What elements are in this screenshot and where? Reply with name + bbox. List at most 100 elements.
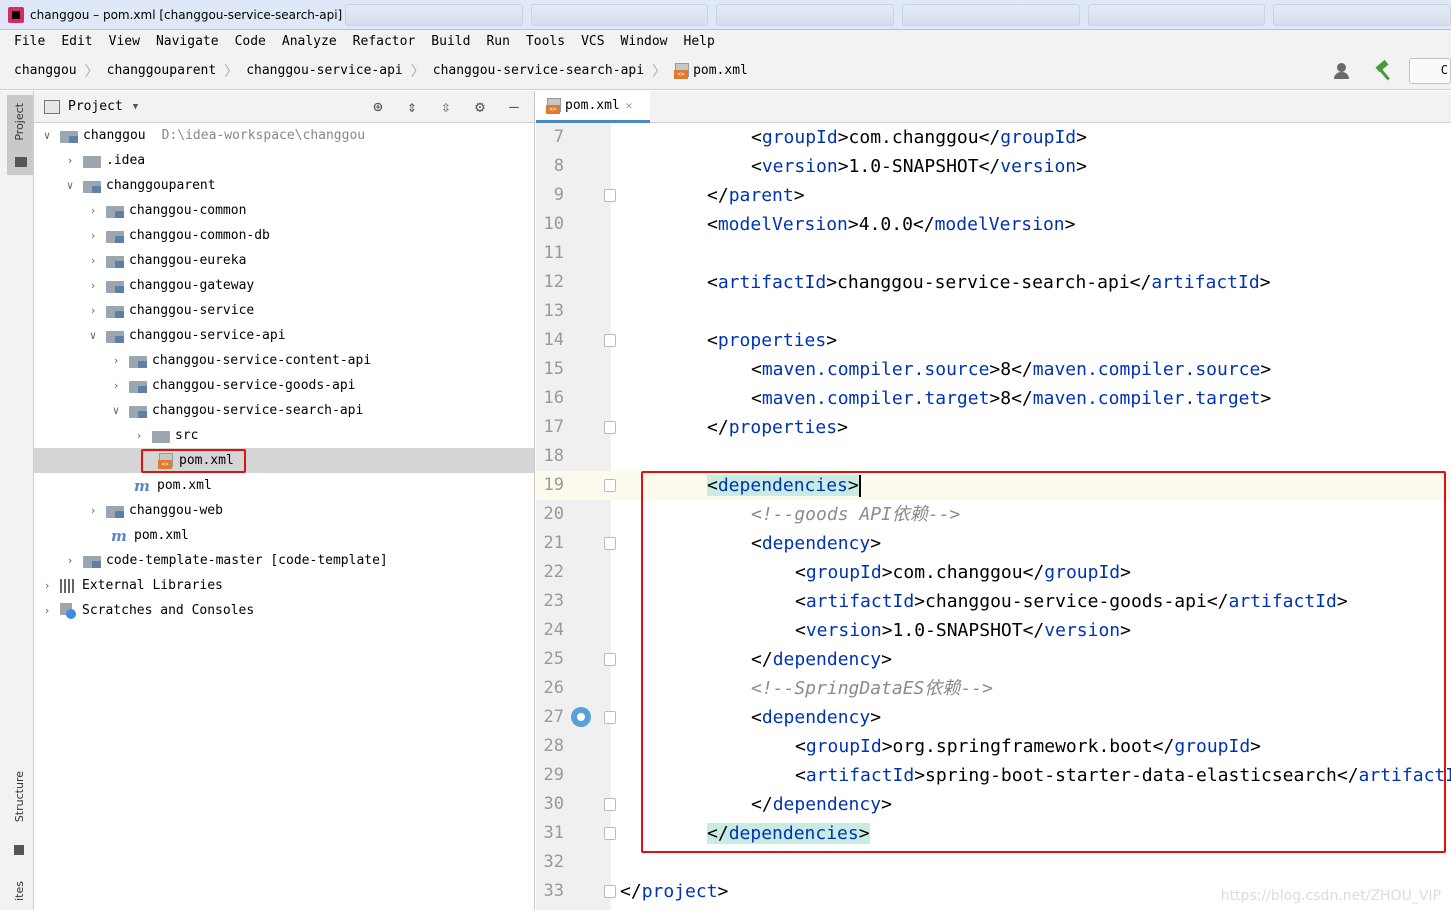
code-line[interactable]: 23 <artifactId>changgou-service-goods-api… bbox=[536, 587, 1451, 616]
tree-node[interactable]: › changgou-eureka bbox=[34, 248, 534, 273]
fold-marker-icon[interactable] bbox=[604, 885, 616, 898]
chevron-right-icon[interactable]: › bbox=[109, 354, 123, 367]
run-configuration-selector[interactable] bbox=[1409, 58, 1451, 84]
code-line[interactable]: 32 bbox=[536, 848, 1451, 877]
code-line[interactable]: 28 <groupId>org.springframework.boot</gro… bbox=[536, 732, 1451, 761]
project-panel-title[interactable]: Project bbox=[68, 99, 123, 114]
chevron-down-icon[interactable]: ∨ bbox=[40, 129, 54, 142]
code-line[interactable]: 27 <dependency> bbox=[536, 703, 1451, 732]
code-line[interactable]: 13 bbox=[536, 297, 1451, 326]
maven-dependency-gutter-icon[interactable] bbox=[571, 707, 591, 727]
tree-node[interactable]: › code-template-master [code-template] bbox=[34, 548, 534, 573]
chevron-right-icon[interactable]: › bbox=[86, 204, 100, 217]
code-line[interactable]: 7 <groupId>com.changgou</groupId> bbox=[536, 123, 1451, 152]
code-line[interactable]: 24 <version>1.0-SNAPSHOT</version> bbox=[536, 616, 1451, 645]
chevron-right-icon[interactable]: › bbox=[86, 504, 100, 517]
close-icon[interactable]: ✕ bbox=[626, 99, 633, 112]
code-line[interactable]: 25 </dependency> bbox=[536, 645, 1451, 674]
favorites-tool-label[interactable]: ites bbox=[13, 881, 26, 901]
caret-down-icon[interactable]: ▼ bbox=[133, 102, 138, 112]
code-line[interactable]: 8 <version>1.0-SNAPSHOT</version> bbox=[536, 152, 1451, 181]
tree-node[interactable]: › changgou-service-goods-api bbox=[34, 373, 534, 398]
code-line[interactable]: 21 <dependency> bbox=[536, 529, 1451, 558]
code-line[interactable]: 26 <!--SpringDataES依赖--> bbox=[536, 674, 1451, 703]
tree-node[interactable]: m pom.xml bbox=[34, 523, 534, 548]
chevron-right-icon[interactable]: › bbox=[109, 379, 123, 392]
menu-tools[interactable]: Tools bbox=[518, 34, 573, 49]
chevron-right-icon[interactable]: › bbox=[86, 229, 100, 242]
menu-vcs[interactable]: VCS bbox=[573, 34, 612, 49]
code-line[interactable]: 30 </dependency> bbox=[536, 790, 1451, 819]
menu-analyze[interactable]: Analyze bbox=[274, 34, 345, 49]
editor-tab-pom[interactable]: pom.xml ✕ bbox=[536, 91, 650, 123]
tree-node[interactable]: m pom.xml bbox=[34, 473, 534, 498]
tree-node[interactable]: ∨ changgouparent bbox=[34, 173, 534, 198]
code-line[interactable]: 16 <maven.compiler.target>8</maven.compil… bbox=[536, 384, 1451, 413]
chevron-right-icon[interactable]: › bbox=[86, 304, 100, 317]
fold-marker-icon[interactable] bbox=[604, 711, 616, 724]
menu-help[interactable]: Help bbox=[676, 34, 723, 49]
breadcrumb-item[interactable]: pom.xml bbox=[693, 63, 748, 78]
menu-window[interactable]: Window bbox=[613, 34, 676, 49]
fold-marker-icon[interactable] bbox=[604, 827, 616, 840]
code-line[interactable]: 12 <artifactId>changgou-service-search-ap… bbox=[536, 268, 1451, 297]
tree-node[interactable]: ∨ changgou-service-search-api bbox=[34, 398, 534, 423]
fold-marker-icon[interactable] bbox=[604, 189, 616, 202]
structure-tool-label[interactable]: Structure bbox=[13, 771, 26, 822]
hide-minus-icon[interactable]: — bbox=[504, 97, 524, 117]
breadcrumb-item[interactable]: changgou bbox=[14, 63, 77, 78]
tree-node[interactable]: › src bbox=[34, 423, 534, 448]
tree-node[interactable]: › Scratches and Consoles bbox=[34, 598, 534, 623]
tree-node[interactable]: › .idea bbox=[34, 148, 534, 173]
expand-all-icon[interactable]: ⇕ bbox=[402, 97, 422, 117]
menu-code[interactable]: Code bbox=[227, 34, 274, 49]
fold-marker-icon[interactable] bbox=[604, 798, 616, 811]
build-hammer-icon[interactable] bbox=[1373, 60, 1395, 82]
tree-node-root[interactable]: ∨ changgou D:\idea-workspace\changgou bbox=[34, 123, 534, 148]
code-line[interactable]: 17 </properties> bbox=[536, 413, 1451, 442]
gear-icon[interactable]: ⚙ bbox=[470, 97, 490, 117]
fold-marker-icon[interactable] bbox=[604, 334, 616, 347]
fold-marker-icon[interactable] bbox=[604, 653, 616, 666]
code-line[interactable]: 10 <modelVersion>4.0.0</modelVersion> bbox=[536, 210, 1451, 239]
project-tool-tab[interactable]: Project bbox=[7, 95, 33, 175]
code-line[interactable]: 11 bbox=[536, 239, 1451, 268]
code-line[interactable]: 31 </dependencies> bbox=[536, 819, 1451, 848]
menu-run[interactable]: Run bbox=[478, 34, 517, 49]
code-line[interactable]: 29 <artifactId>spring-boot-starter-data-e… bbox=[536, 761, 1451, 790]
menu-view[interactable]: View bbox=[101, 34, 148, 49]
menu-build[interactable]: Build bbox=[423, 34, 478, 49]
code-line[interactable]: 19 <dependencies> bbox=[536, 471, 1451, 500]
locate-target-icon[interactable]: ⊕ bbox=[368, 97, 388, 117]
chevron-right-icon[interactable]: › bbox=[63, 554, 77, 567]
chevron-right-icon[interactable]: › bbox=[132, 429, 146, 442]
menu-refactor[interactable]: Refactor bbox=[345, 34, 424, 49]
code-line[interactable]: 14 <properties> bbox=[536, 326, 1451, 355]
menu-file[interactable]: File bbox=[6, 34, 53, 49]
tree-node[interactable]: ∨ changgou-service-api bbox=[34, 323, 534, 348]
fold-marker-icon[interactable] bbox=[604, 479, 616, 492]
tree-node[interactable]: › changgou-web bbox=[34, 498, 534, 523]
tree-node[interactable]: › changgou-gateway bbox=[34, 273, 534, 298]
user-icon[interactable] bbox=[1333, 61, 1359, 81]
tree-node-selected[interactable]: pom.xml bbox=[34, 448, 534, 473]
tree-node[interactable]: › changgou-service-content-api bbox=[34, 348, 534, 373]
chevron-down-icon[interactable]: ∨ bbox=[63, 179, 77, 192]
code-line[interactable]: 22 <groupId>com.changgou</groupId> bbox=[536, 558, 1451, 587]
chevron-right-icon[interactable]: › bbox=[86, 279, 100, 292]
tree-node[interactable]: › changgou-common-db bbox=[34, 223, 534, 248]
fold-marker-icon[interactable] bbox=[604, 537, 616, 550]
chevron-right-icon[interactable]: › bbox=[40, 604, 54, 617]
chevron-right-icon[interactable]: › bbox=[86, 254, 100, 267]
code-line[interactable]: 15 <maven.compiler.source>8</maven.compil… bbox=[536, 355, 1451, 384]
tree-node[interactable]: › changgou-common bbox=[34, 198, 534, 223]
fold-marker-icon[interactable] bbox=[604, 421, 616, 434]
chevron-right-icon[interactable]: › bbox=[63, 154, 77, 167]
code-line[interactable]: 20 <!--goods API依赖--> bbox=[536, 500, 1451, 529]
breadcrumb-item[interactable]: changgouparent bbox=[107, 63, 217, 78]
collapse-all-icon[interactable]: ⇳ bbox=[436, 97, 456, 117]
menu-navigate[interactable]: Navigate bbox=[148, 34, 227, 49]
chevron-down-icon[interactable]: ∨ bbox=[109, 404, 123, 417]
breadcrumb-item[interactable]: changgou-service-search-api bbox=[433, 63, 644, 78]
menu-edit[interactable]: Edit bbox=[53, 34, 100, 49]
